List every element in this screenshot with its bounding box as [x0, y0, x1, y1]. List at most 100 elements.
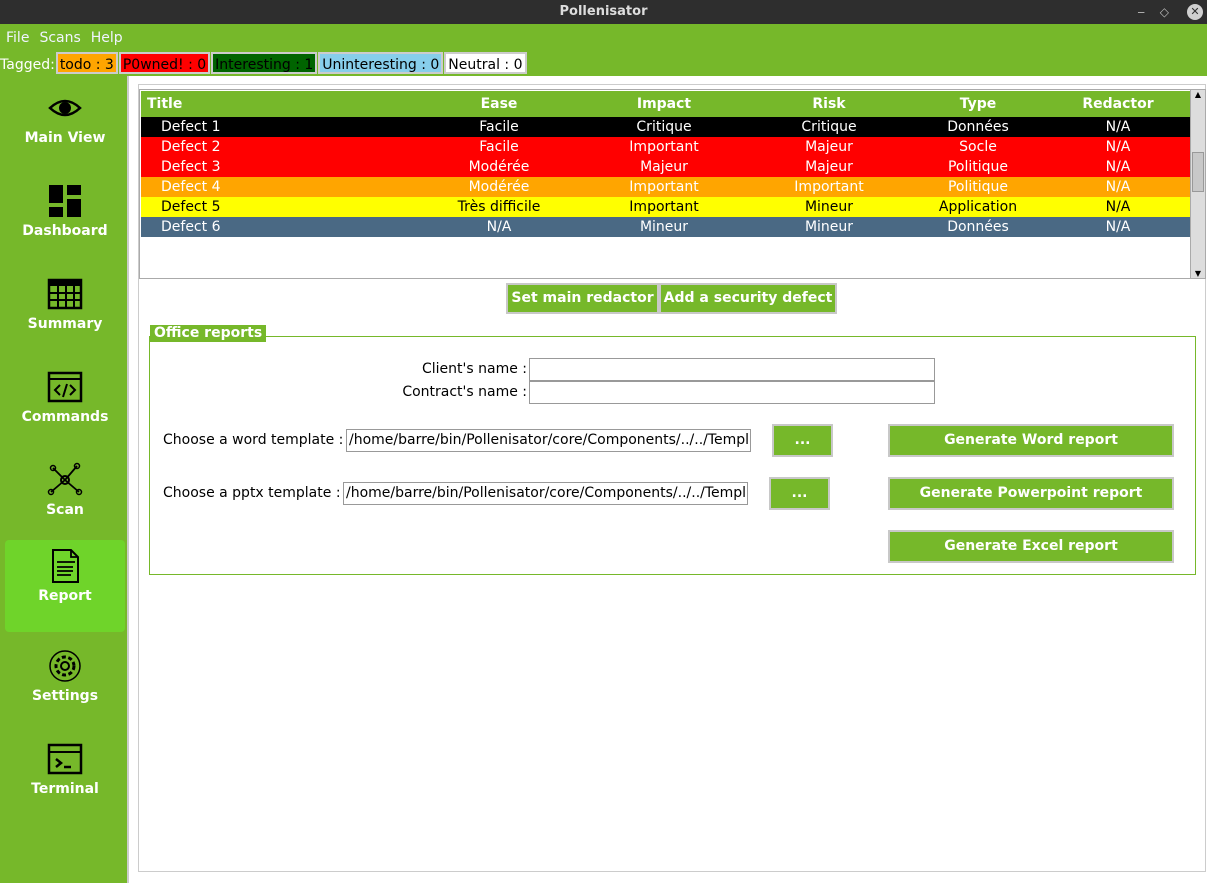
tagged-label: Tagged: [0, 57, 55, 73]
cell-impact: Majeur [640, 159, 688, 175]
sidebar-item-label: Dashboard [22, 223, 108, 239]
terminal-icon [47, 743, 83, 775]
sidebar-item-commands[interactable]: Commands [5, 361, 125, 453]
set-main-redactor-button[interactable]: Set main redactor [506, 283, 659, 314]
cell-risk: Majeur [805, 139, 853, 155]
cell-redactor: N/A [1105, 219, 1131, 235]
client-name-input[interactable] [529, 358, 935, 381]
table-row[interactable]: Defect 5 Très difficile Important Mineur App… [141, 197, 1191, 217]
tag-interesting[interactable]: Interesting : 1 [211, 52, 318, 74]
scroll-up-arrow-icon[interactable]: ▲ [1191, 90, 1205, 99]
cell-title: Defect 3 [161, 159, 221, 175]
cell-impact: Mineur [639, 219, 689, 235]
column-impact[interactable]: Impact [584, 91, 744, 117]
sidebar-item-label: Main View [24, 130, 106, 146]
sidebar-item-label: Settings [31, 688, 99, 704]
generate-excel-report-button[interactable]: Generate Excel report [888, 530, 1174, 563]
generate-powerpoint-report-button[interactable]: Generate Powerpoint report [888, 477, 1174, 510]
cell-redactor: N/A [1105, 119, 1131, 135]
table-scrollbar[interactable]: ▲ ▼ [1190, 89, 1206, 279]
defects-table[interactable]: Title Ease Impact Risk Type Redactor Def… [139, 89, 1191, 279]
table-row[interactable]: Defect 2 Facile Important Majeur Socle N/A [141, 137, 1191, 157]
dashboard-icon [49, 185, 81, 217]
sidebar: Main View Dashboard Summary Commands Sca… [0, 76, 127, 883]
generate-word-report-button[interactable]: Generate Word report [888, 424, 1174, 457]
cell-risk: Critique [801, 119, 857, 135]
cell-type: Données [947, 219, 1009, 235]
tag-pwned[interactable]: P0wned! : 0 [118, 52, 211, 74]
gear-icon [49, 650, 81, 682]
cell-risk: Majeur [805, 159, 853, 175]
cell-title: Defect 5 [161, 199, 221, 215]
cell-risk: Mineur [804, 199, 854, 215]
code-icon [47, 371, 83, 403]
sidebar-item-report[interactable]: Report [5, 540, 125, 632]
table-row[interactable]: Defect 4 Modérée Important Important Politiq… [141, 177, 1191, 197]
scroll-down-arrow-icon[interactable]: ▼ [1191, 269, 1205, 278]
sidebar-item-settings[interactable]: Settings [5, 640, 125, 732]
eye-icon [48, 99, 82, 117]
column-ease[interactable]: Ease [419, 91, 579, 117]
column-type[interactable]: Type [898, 91, 1058, 117]
cell-ease: Facile [479, 119, 519, 135]
column-redactor[interactable]: Redactor [1038, 91, 1198, 117]
cell-type: Données [947, 119, 1009, 135]
table-row[interactable]: Defect 3 Modérée Majeur Majeur Politique N/A [141, 157, 1191, 177]
cell-impact: Critique [636, 119, 692, 135]
tag-bar: Tagged: todo : 3 P0wned! : 0 Interesting : … [0, 52, 527, 76]
column-risk[interactable]: Risk [749, 91, 909, 117]
sidebar-item-label: Terminal [31, 781, 99, 797]
cell-type: Socle [959, 139, 997, 155]
sidebar-item-label: Scan [46, 502, 84, 518]
close-button[interactable]: ✕ [1187, 4, 1203, 20]
document-icon [52, 549, 79, 583]
contract-name-label: Contract's name : [402, 384, 527, 400]
cell-ease: Modérée [468, 159, 530, 175]
minimize-button[interactable]: ‒ [1137, 0, 1145, 24]
sidebar-item-summary[interactable]: Summary [5, 268, 125, 360]
tag-neutral[interactable]: Neutral : 0 [444, 52, 527, 74]
menu-bar: File Scans Help [0, 24, 1207, 52]
browse-pptx-button[interactable]: ... [769, 477, 830, 510]
cell-title: Defect 1 [161, 119, 221, 135]
cell-ease: N/A [486, 219, 512, 235]
menu-help[interactable]: Help [91, 30, 123, 46]
maximize-button[interactable]: ◇ [1160, 0, 1169, 24]
sidebar-item-dashboard[interactable]: Dashboard [5, 175, 125, 267]
client-name-label: Client's name : [422, 361, 527, 377]
tag-uninteresting[interactable]: Uninteresting : 0 [318, 52, 444, 74]
cell-type: Application [938, 199, 1018, 215]
cell-title: Defect 6 [161, 219, 221, 235]
cell-ease: Très difficile [457, 199, 541, 215]
add-security-defect-button[interactable]: Add a security defect [659, 283, 837, 314]
table-header: Title Ease Impact Risk Type Redactor [141, 91, 1191, 117]
pptx-template-label: Choose a pptx template : [163, 485, 341, 501]
tag-todo[interactable]: todo : 3 [55, 52, 118, 74]
cell-ease: Facile [479, 139, 519, 155]
sidebar-item-main-view[interactable]: Main View [5, 82, 125, 174]
sidebar-item-label: Report [38, 588, 92, 604]
cell-impact: Important [629, 199, 699, 215]
column-title[interactable]: Title [147, 91, 307, 117]
cell-ease: Modérée [468, 179, 530, 195]
table-icon [47, 278, 83, 310]
menu-file[interactable]: File [6, 30, 29, 46]
scroll-thumb[interactable] [1192, 152, 1204, 192]
cell-title: Defect 2 [161, 139, 221, 155]
word-template-label: Choose a word template : [163, 432, 344, 448]
menu-scans[interactable]: Scans [39, 30, 80, 46]
sidebar-item-scan[interactable]: Scan [5, 454, 125, 546]
network-icon [47, 462, 83, 496]
office-reports-title: Office reports [150, 325, 267, 342]
cell-redactor: N/A [1105, 179, 1131, 195]
word-template-input[interactable]: /home/barre/bin/Pollenisator/core/Compon… [346, 429, 751, 452]
table-row[interactable]: Defect 6 N/A Mineur Mineur Données N/A [141, 217, 1191, 237]
cell-impact: Important [629, 179, 699, 195]
browse-word-button[interactable]: ... [772, 424, 833, 457]
window-title: Pollenisator [0, 0, 1207, 24]
pptx-template-input[interactable]: /home/barre/bin/Pollenisator/core/Compon… [343, 482, 748, 505]
cell-risk: Important [794, 179, 864, 195]
contract-name-input[interactable] [529, 381, 935, 404]
table-row[interactable]: Defect 1 Facile Critique Critique Données N/A [141, 117, 1191, 137]
sidebar-item-terminal[interactable]: Terminal [5, 733, 125, 825]
